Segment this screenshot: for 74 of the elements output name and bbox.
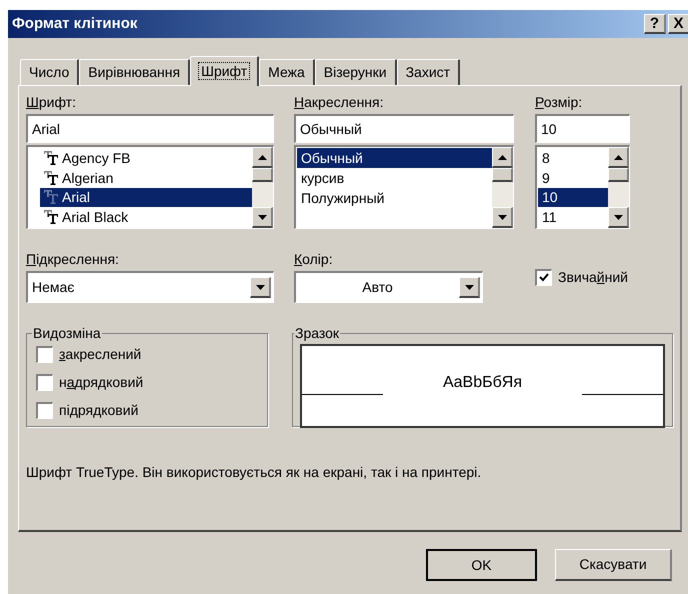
font-description: Шрифт TrueType. Він використовується як на екрані, так і на принтері. xyxy=(26,463,482,482)
text-field[interactable]: Обычный xyxy=(294,114,514,143)
field-label: Шрифт: xyxy=(26,93,77,112)
field-label: Колір: xyxy=(294,250,334,269)
list-item[interactable]: 10 xyxy=(538,188,608,208)
list-item[interactable]: Arial Black xyxy=(40,207,252,227)
field-label: Підкреслення: xyxy=(26,250,120,269)
checkbox[interactable] xyxy=(36,402,53,419)
list-item[interactable]: Arial xyxy=(40,188,252,208)
truetype-icon xyxy=(44,170,58,185)
window-title: Формат клітинок xyxy=(12,14,138,34)
list-box[interactable]: Обычный курсив Полужирный xyxy=(294,145,514,229)
dropdown-arrow-button[interactable] xyxy=(492,207,513,228)
tab[interactable]: Вирівнювання xyxy=(79,59,190,85)
truetype-icon xyxy=(44,150,58,165)
help-button[interactable]: ? xyxy=(644,14,666,34)
ok-button[interactable]: OK xyxy=(426,549,537,581)
down-arrow-icon xyxy=(256,284,264,290)
up-arrow-icon xyxy=(498,154,506,160)
checkbox-label: Звичайний xyxy=(558,268,628,286)
dropdown-arrow-button[interactable] xyxy=(459,277,480,298)
tab[interactable]: Межа xyxy=(259,59,315,85)
text-field[interactable]: Arial xyxy=(26,114,274,143)
truetype-icon xyxy=(44,190,58,204)
tab[interactable]: Шрифт xyxy=(190,56,260,86)
down-arrow-icon xyxy=(464,284,474,290)
checkbox-label: закреслений xyxy=(59,345,142,364)
list-item[interactable]: 9 xyxy=(538,168,608,188)
tab[interactable]: Число xyxy=(20,59,80,85)
underline-dropdown[interactable]: Немає xyxy=(26,271,274,303)
field-label: Накреслення: xyxy=(294,93,384,112)
scroll-thumb[interactable] xyxy=(492,168,513,182)
scrollbar[interactable] xyxy=(252,147,273,228)
tab[interactable]: Візерунки xyxy=(314,59,397,85)
scroll-up-button[interactable] xyxy=(252,147,273,168)
cancel-button[interactable]: Скасувати xyxy=(555,549,672,581)
tab[interactable]: Захист xyxy=(396,59,460,85)
checkbox[interactable] xyxy=(36,374,53,391)
dropdown-arrow-button[interactable] xyxy=(252,207,273,228)
field-label: Розмір: xyxy=(535,93,584,112)
list-item[interactable]: курсив xyxy=(297,168,492,188)
list-box[interactable]: 8 9 10 11 xyxy=(535,145,630,229)
up-arrow-icon xyxy=(258,154,266,160)
down-arrow-icon xyxy=(498,214,506,220)
up-arrow-icon xyxy=(614,154,622,160)
color-dropdown[interactable]: Авто xyxy=(294,271,483,303)
checkbox-label: надрядковий xyxy=(59,373,144,392)
sample-text: AaBbБбЯя xyxy=(442,373,524,393)
checkbox[interactable] xyxy=(535,268,552,286)
list-item[interactable]: Agency FB xyxy=(40,148,252,168)
group-title: Видозміна xyxy=(32,324,102,343)
dropdown-arrow-button[interactable] xyxy=(250,277,271,298)
scrollbar[interactable] xyxy=(492,147,513,228)
group-title: Зразок xyxy=(294,324,340,343)
scrollbar[interactable] xyxy=(608,147,629,228)
text-field[interactable]: 10 xyxy=(535,114,630,143)
checkbox[interactable] xyxy=(36,346,53,363)
dropdown-arrow-button[interactable] xyxy=(608,207,629,228)
list-item[interactable]: 11 xyxy=(538,207,608,227)
scroll-thumb[interactable] xyxy=(252,168,273,182)
list-item[interactable]: Algerian xyxy=(40,168,252,188)
truetype-icon xyxy=(44,210,58,224)
close-button[interactable]: X xyxy=(668,14,688,34)
scroll-up-button[interactable] xyxy=(608,147,629,168)
down-arrow-icon xyxy=(614,214,622,220)
list-box[interactable]: Agency FB Algerian Arial Arial Black xyxy=(26,145,274,229)
list-item[interactable]: 8 xyxy=(538,148,608,168)
checkmark-icon xyxy=(539,273,549,282)
scroll-thumb[interactable] xyxy=(608,168,629,182)
down-arrow-icon xyxy=(258,214,266,220)
checkbox-label: підрядковий xyxy=(59,401,138,420)
list-item[interactable]: Обычный xyxy=(297,148,492,168)
scroll-up-button[interactable] xyxy=(492,147,513,168)
list-item[interactable]: Полужирный xyxy=(297,188,492,208)
